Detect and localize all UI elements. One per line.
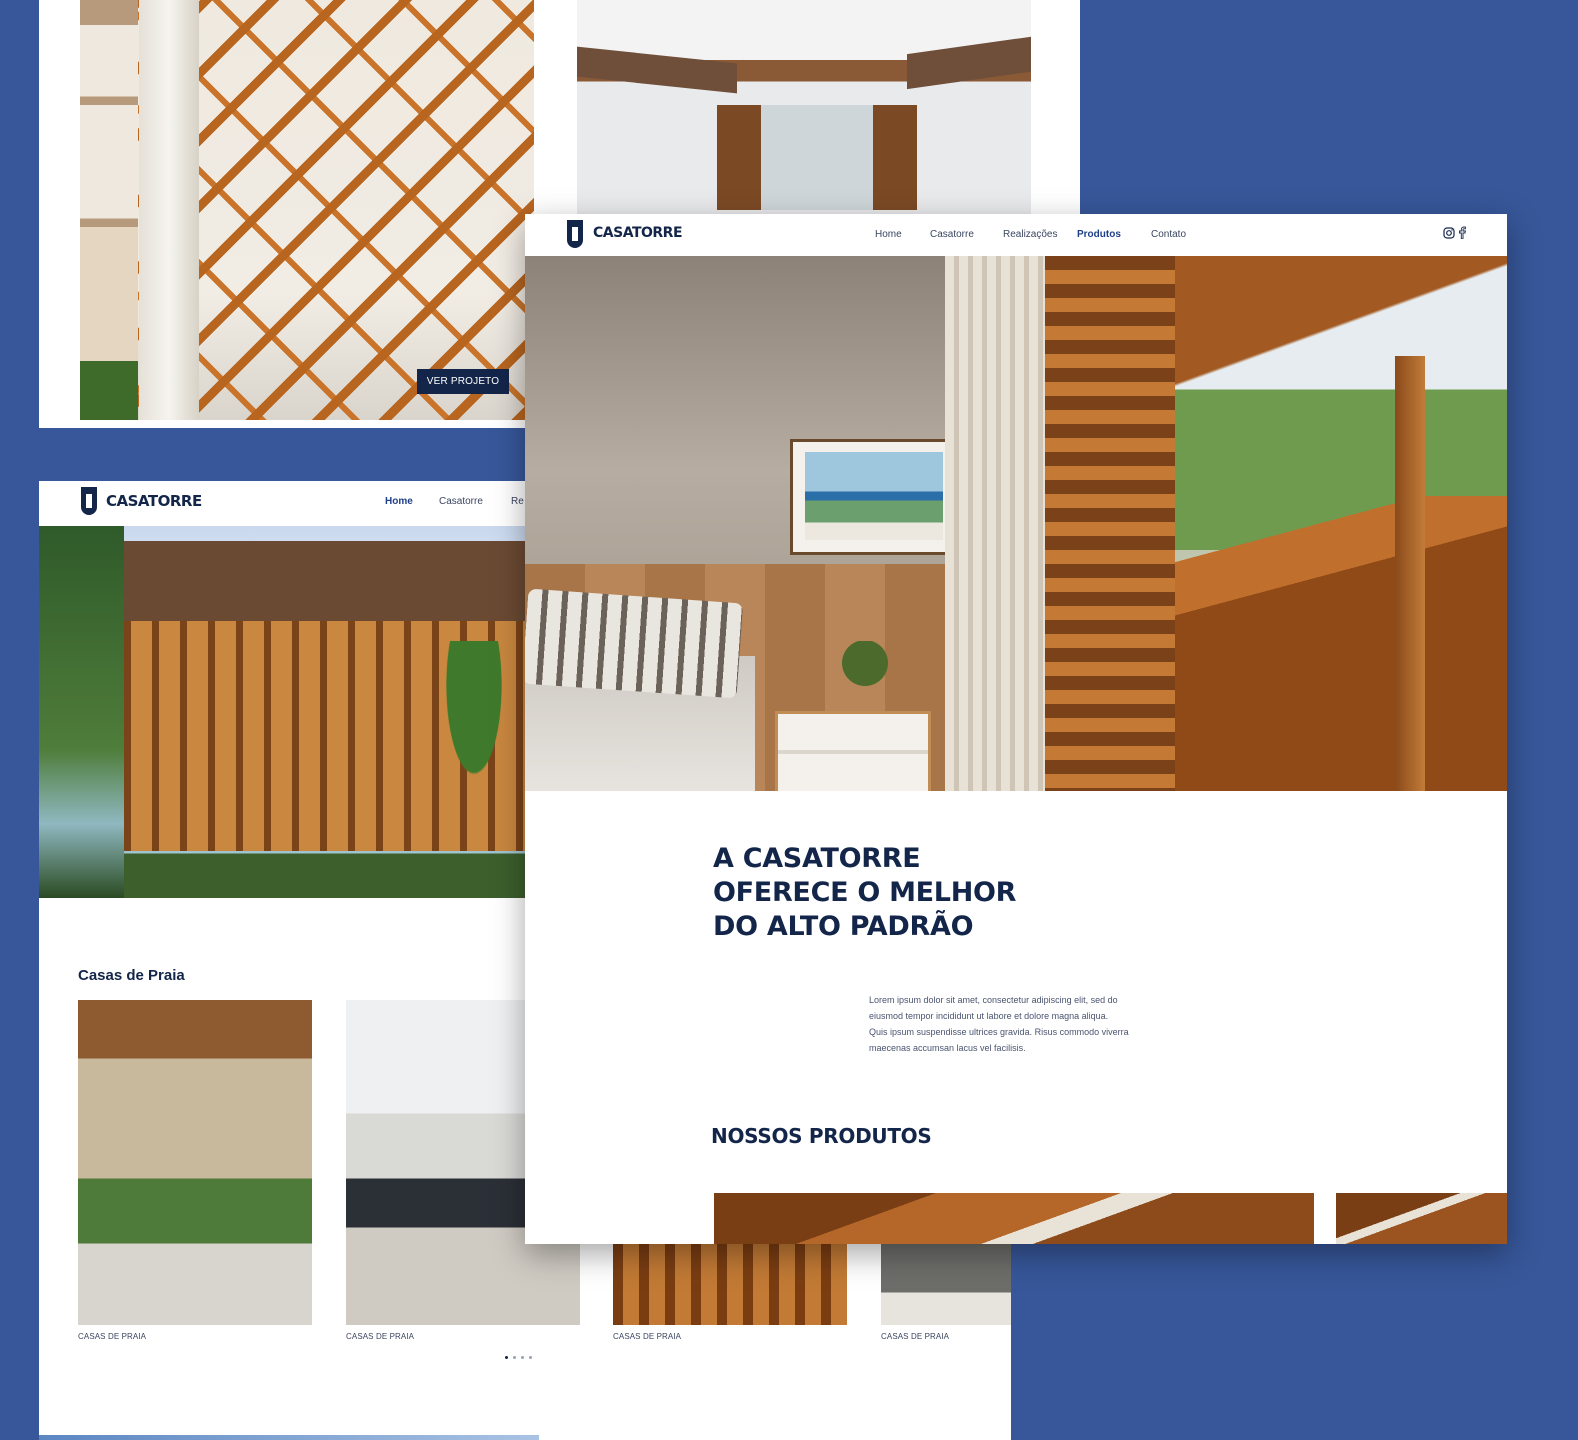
body-paragraph: Lorem ipsum dolor sit amet, consectetur … xyxy=(869,995,1129,1053)
ver-projeto-button[interactable]: VER PROJETO xyxy=(417,369,509,394)
nav-home[interactable]: Home xyxy=(385,496,413,507)
carousel-dot[interactable] xyxy=(521,1356,524,1359)
wall-art xyxy=(790,439,958,555)
palm-tree xyxy=(419,641,529,861)
nav-realizacoes-partial[interactable]: Re xyxy=(511,496,524,507)
headline-line: DO ALTO PADRÃO xyxy=(713,911,974,942)
nav-casatorre[interactable]: Casatorre xyxy=(439,496,483,507)
house-window xyxy=(717,105,917,210)
project-stairs-panel: VER PROJETO xyxy=(39,0,534,428)
headline: A CASATORRE OFERECE O MELHOR DO ALTO PAD… xyxy=(713,842,1016,944)
nav-home[interactable]: Home xyxy=(875,229,902,240)
carousel-dot-active[interactable] xyxy=(505,1356,508,1359)
house-facade-photo xyxy=(577,0,1031,214)
facebook-icon[interactable] xyxy=(1458,226,1466,239)
carousel-dot[interactable] xyxy=(529,1356,532,1359)
wooden-louvers xyxy=(1045,256,1175,791)
card-image[interactable] xyxy=(78,1000,312,1325)
card-caption[interactable]: CASAS DE PRAIA xyxy=(346,1332,414,1341)
column-photo-detail xyxy=(139,0,199,420)
nav-casatorre[interactable]: Casatorre xyxy=(930,229,974,240)
bedroom-hero-photo xyxy=(525,256,1507,791)
product-card-image[interactable] xyxy=(714,1193,1314,1244)
nav-realizacoes[interactable]: Realizações xyxy=(1003,229,1057,240)
section-title-casas-de-praia: Casas de Praia xyxy=(78,967,185,984)
produtos-page-panel: CASATORRE Home Casatorre Realizações Pro… xyxy=(525,214,1507,1244)
plant xyxy=(840,641,890,696)
card-caption[interactable]: CASAS DE PRAIA xyxy=(78,1332,146,1341)
logo-text[interactable]: CASATORRE xyxy=(593,225,683,241)
project-house-panel xyxy=(534,0,1080,220)
striped-pillow xyxy=(525,588,744,699)
section-title-nossos-produtos: NOSSOS PRODUTOS xyxy=(711,1124,932,1148)
logo-text[interactable]: CASATORRE xyxy=(106,492,202,510)
logo-icon[interactable] xyxy=(567,220,583,248)
nav-produtos[interactable]: Produtos xyxy=(1077,229,1121,240)
product-card-image[interactable] xyxy=(1336,1193,1507,1244)
shelf-photo-detail xyxy=(80,0,138,420)
carousel-dot[interactable] xyxy=(513,1356,516,1359)
card-caption[interactable]: CASAS DE PRAIA xyxy=(881,1332,949,1341)
nightstand xyxy=(775,711,931,791)
card-caption[interactable]: CASAS DE PRAIA xyxy=(613,1332,681,1341)
logo-icon[interactable] xyxy=(81,487,97,515)
headline-line: A CASATORRE xyxy=(713,843,921,874)
instagram-icon[interactable] xyxy=(1443,227,1455,239)
next-section-photo-edge xyxy=(39,1435,539,1440)
nav-contato[interactable]: Contato xyxy=(1151,229,1186,240)
headline-line: OFERECE O MELHOR xyxy=(713,877,1017,908)
curtain xyxy=(945,256,1045,791)
